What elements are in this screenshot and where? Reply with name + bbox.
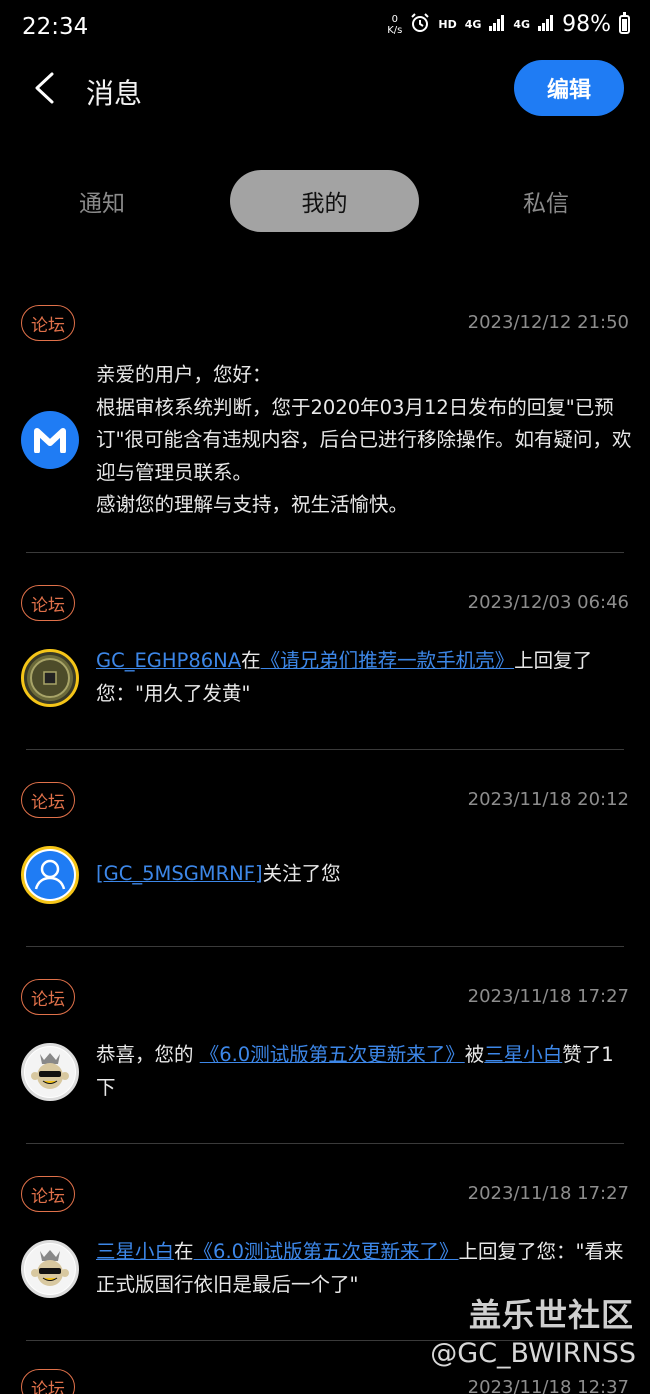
cartoon-avatar-icon <box>25 1047 75 1097</box>
system-avatar <box>21 411 79 469</box>
message-text: 恭喜，您的 《6.0测试版第五次更新来了》被三星小白赞了1下 <box>96 1039 632 1104</box>
signal-4g-2-label: 4G <box>513 18 531 31</box>
divider <box>26 1143 624 1144</box>
message-time: 2023/12/12 21:50 <box>467 312 629 333</box>
coin-icon <box>27 655 73 701</box>
forum-tag: 论坛 <box>21 979 75 1015</box>
message-item[interactable]: 论坛 2023/12/03 06:46 GC_EGHP86NA在《请兄弟们推荐一… <box>0 583 650 749</box>
user-link[interactable]: 三星小白 <box>96 1240 174 1263</box>
watermark-user: @GC_BWIRNSS <box>430 1338 636 1369</box>
tab-mine[interactable]: 我的 <box>230 170 419 232</box>
chevron-left-icon <box>35 72 54 104</box>
post-link[interactable]: 《6.0测试版第五次更新来了》 <box>200 1043 465 1066</box>
message-text: [GC_5MSGMRNF]关注了您 <box>96 858 632 891</box>
message-fragment: 在 <box>241 649 261 672</box>
message-time: 2023/11/18 17:27 <box>467 1183 629 1204</box>
status-bar: 22:34 0 K/s HD 4G 4G 98% <box>0 0 650 58</box>
forum-tag: 论坛 <box>21 1176 75 1212</box>
user-link[interactable]: GC_EGHP86NA <box>96 649 241 672</box>
battery-icon <box>619 12 630 34</box>
message-item[interactable]: 论坛 2023/11/18 20:12 [GC_5MSGMRNF]关注了您 <box>0 780 650 946</box>
default-user-icon <box>26 851 74 899</box>
user-avatar[interactable] <box>21 846 79 904</box>
message-line: 感谢您的理解与支持，祝生活愉快。 <box>96 493 409 516</box>
hd-label: HD <box>438 18 457 31</box>
forum-tag: 论坛 <box>21 1369 75 1394</box>
signal-bars-icon <box>489 14 505 35</box>
message-fragment: 关注了您 <box>262 862 341 885</box>
tab-bar: 通知 我的 私信 <box>0 170 650 232</box>
net-speed: 0 K/s <box>387 14 402 36</box>
message-fragment: 恭喜，您的 <box>96 1043 200 1066</box>
forum-tag: 论坛 <box>21 585 75 621</box>
message-fragment: 在 <box>174 1240 194 1263</box>
post-link[interactable]: 《请兄弟们推荐一款手机壳》 <box>261 649 515 672</box>
message-item[interactable]: 论坛 2023/12/12 21:50 亲爱的用户，您好： 根据审核系统判断，您… <box>0 303 650 553</box>
status-icons: 0 K/s HD 4G 4G 98% <box>387 12 630 37</box>
signal-bars-2-icon <box>538 14 554 35</box>
forum-tag: 论坛 <box>21 305 75 341</box>
message-time: 2023/12/03 06:46 <box>467 592 629 613</box>
net-speed-value: 0 <box>391 13 398 25</box>
net-speed-unit: K/s <box>387 24 403 36</box>
signal-4g-1-label: 4G <box>464 18 482 31</box>
message-time: 2023/11/18 20:12 <box>467 789 629 810</box>
post-link[interactable]: 《6.0测试版第五次更新来了》 <box>194 1240 459 1263</box>
message-text: 亲爱的用户，您好： 根据审核系统判断，您于2020年03月12日发布的回复"已预… <box>96 359 632 522</box>
divider <box>26 749 624 750</box>
message-fragment: 被 <box>464 1043 485 1066</box>
message-line: 亲爱的用户，您好： <box>96 363 272 386</box>
tab-notifications[interactable]: 通知 <box>28 170 176 232</box>
back-button[interactable] <box>22 66 66 110</box>
message-time: 2023/11/18 17:27 <box>467 986 629 1007</box>
message-text: GC_EGHP86NA在《请兄弟们推荐一款手机壳》上回复了您："用久了发黄" <box>96 645 632 710</box>
battery-percent: 98% <box>562 12 611 37</box>
message-item[interactable]: 论坛 2023/11/18 17:27 恭喜，您的 《6.0测试版第五次更新来了… <box>0 977 650 1143</box>
user-avatar[interactable] <box>21 649 79 707</box>
user-link[interactable]: 三星小白 <box>484 1043 562 1066</box>
message-line: 根据审核系统判断，您于2020年03月12日发布的回复"已预订￼"很可能含有违规… <box>96 395 632 484</box>
watermark-title: 盖乐世社区 <box>468 1296 634 1334</box>
tab-private-messages[interactable]: 私信 <box>472 170 620 232</box>
divider <box>26 552 624 553</box>
divider <box>26 946 624 947</box>
alarm-icon <box>410 12 430 37</box>
user-avatar[interactable] <box>21 1043 79 1101</box>
message-time: 2023/11/18 12:37 <box>467 1377 629 1394</box>
cartoon-avatar-icon <box>25 1244 75 1294</box>
user-link[interactable]: [GC_5MSGMRNF] <box>96 862 263 885</box>
forum-tag: 论坛 <box>21 782 75 818</box>
user-avatar[interactable] <box>21 1240 79 1298</box>
edit-button[interactable]: 编辑 <box>514 60 624 116</box>
m-logo-icon <box>34 428 66 453</box>
page-title: 消息 <box>86 77 143 110</box>
status-time: 22:34 <box>22 14 89 40</box>
message-item[interactable]: 论坛 2023/11/18 12:37 <box>0 1369 650 1394</box>
